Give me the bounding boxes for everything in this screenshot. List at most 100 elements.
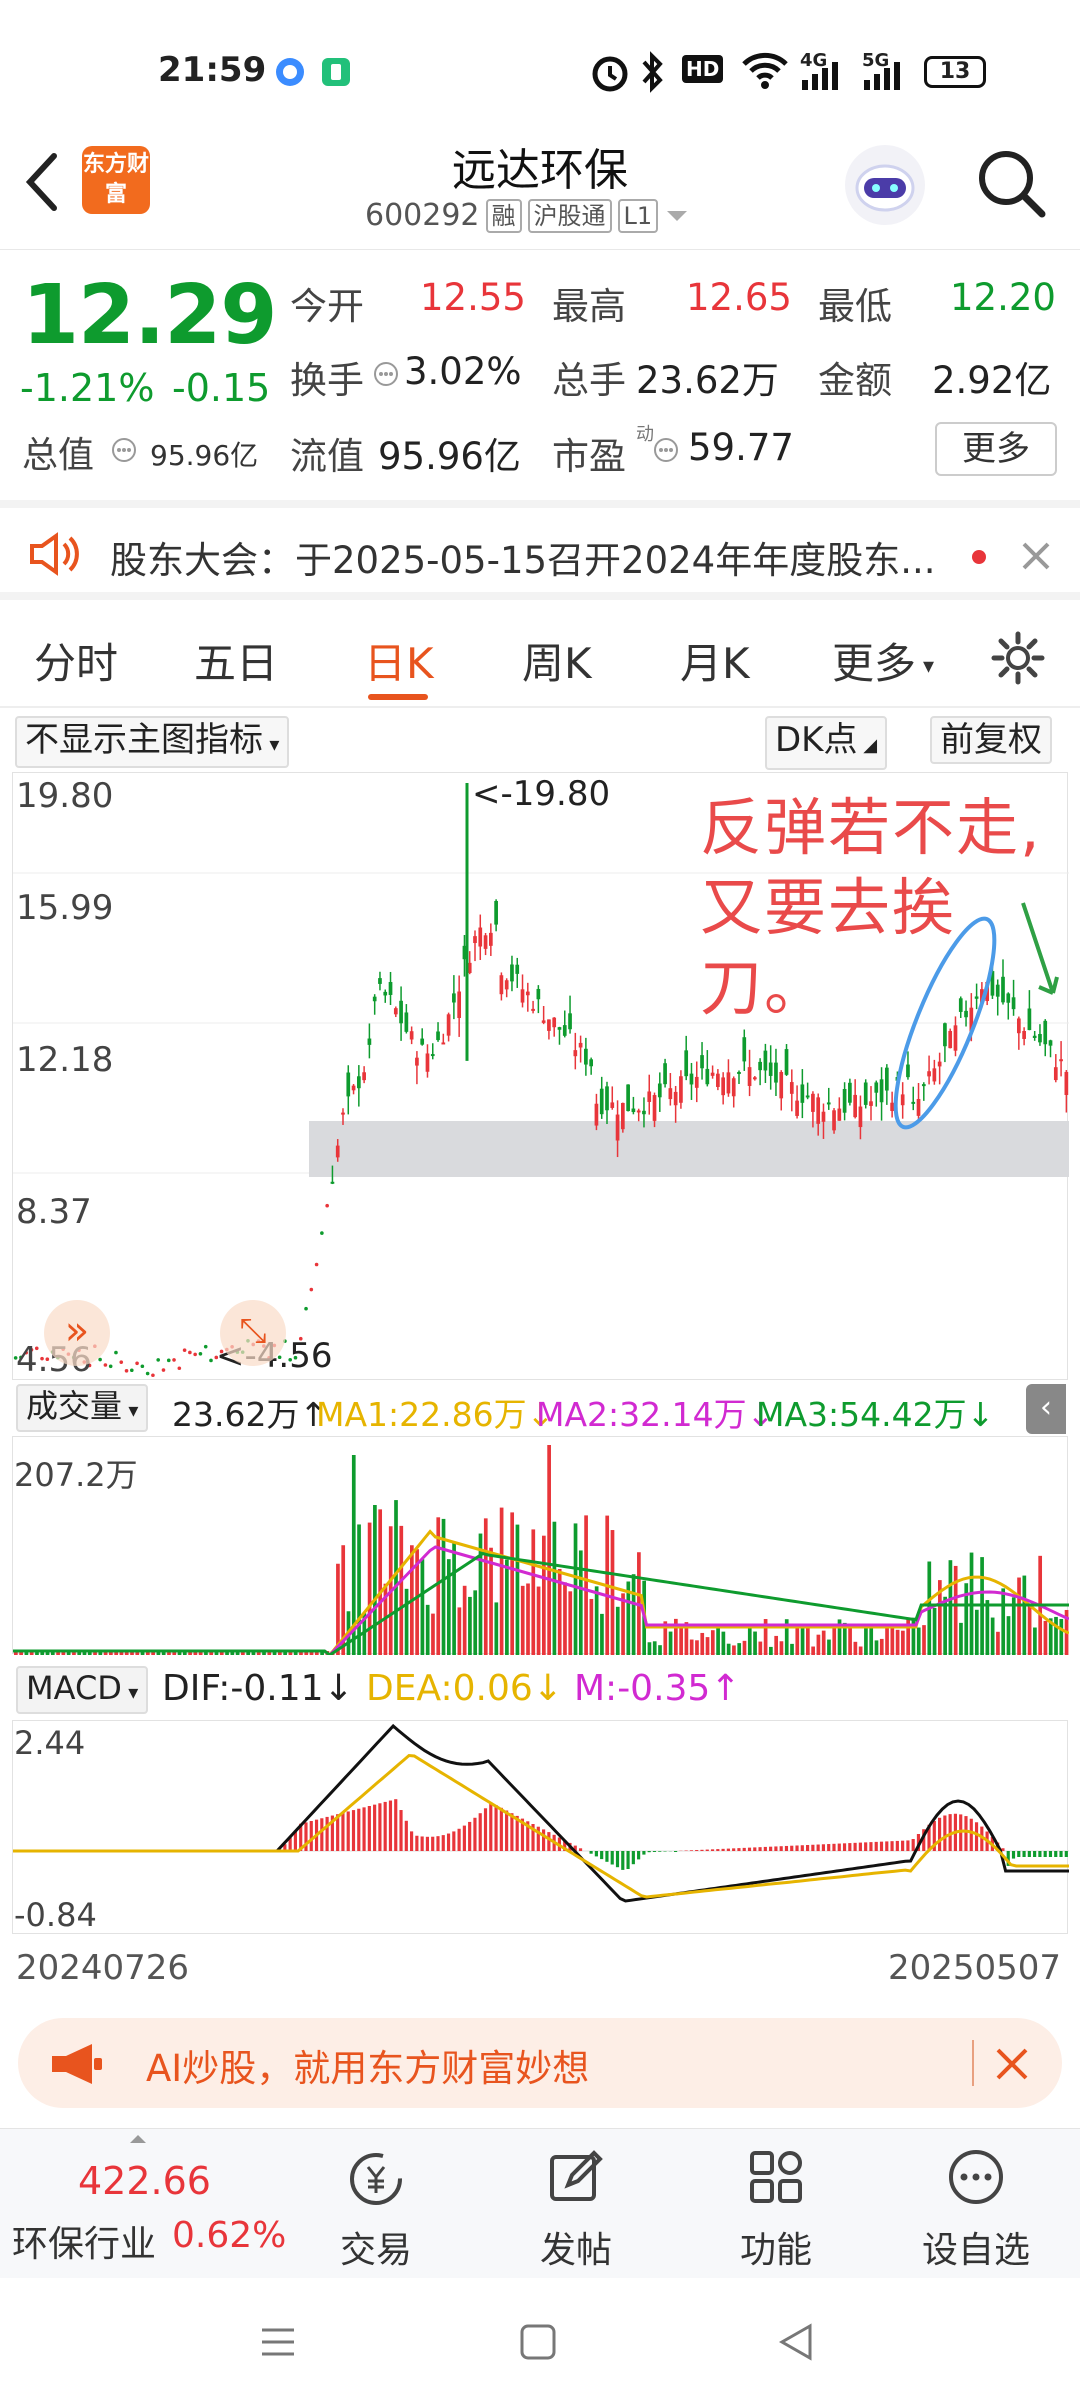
float-label: 流值 [290, 435, 364, 478]
search-icon[interactable] [972, 144, 1052, 224]
chevron-down-icon[interactable] [664, 206, 690, 226]
candle-body [626, 1084, 630, 1112]
tab-monthly-k[interactable]: 月K [680, 630, 750, 691]
close-icon[interactable] [1018, 538, 1054, 574]
volume-bar [615, 1606, 620, 1655]
index-value: 422.66 [78, 2159, 211, 2203]
status-bar: 21:59 HD 4G 5G 13 [0, 0, 1080, 140]
candle-body [457, 991, 462, 1019]
tab-more[interactable]: 更多 ▾ [832, 630, 934, 691]
back-nav-icon[interactable] [776, 2322, 816, 2362]
volume-bar [858, 1646, 863, 1655]
macd-bar [420, 1836, 424, 1851]
candle-body [789, 1082, 794, 1094]
robot-assistant-icon[interactable] [840, 140, 930, 230]
volume-ma2: MA2:32.14万↓ [536, 1395, 775, 1434]
unread-dot [972, 550, 986, 564]
volume-bar [404, 1588, 409, 1655]
ma1-line [13, 1529, 1070, 1658]
candle-body [1022, 1030, 1026, 1039]
macd-bar [700, 1849, 704, 1851]
candle-body [911, 1101, 916, 1104]
candle-body [858, 1106, 863, 1128]
volume-indicator-select[interactable]: 成交量 ▾ [16, 1384, 149, 1432]
volume-bar [705, 1637, 710, 1655]
ai-banner-text: AI炒股，就用东方财富妙想 [146, 2047, 590, 2090]
volume-bar [790, 1643, 794, 1655]
volume-bar [505, 1559, 509, 1655]
macd-bar [864, 1842, 868, 1851]
macd-bar [779, 1846, 783, 1851]
candle-body [684, 1050, 689, 1077]
candle-body [488, 932, 493, 946]
notice-bar[interactable]: 股东大会：于2025-05-15召开2024年年度股东... [0, 500, 1080, 600]
macd-bar [721, 1848, 725, 1851]
fullscreen-button[interactable]: ⤡ [220, 1300, 286, 1366]
settings-gear-icon[interactable] [990, 630, 1046, 686]
close-icon[interactable] [992, 2044, 1032, 2084]
tag-connect: 沪股通 [527, 198, 612, 233]
candle-dot [188, 1350, 192, 1355]
info-icon[interactable] [372, 360, 400, 388]
annotation-line-1: 反弹若不走, [700, 791, 1042, 864]
info-icon[interactable] [652, 436, 680, 464]
tab-weekly-k[interactable]: 周K [522, 630, 592, 691]
volume-bar [990, 1617, 995, 1655]
info-icon[interactable] [110, 436, 138, 464]
menu-icon[interactable] [258, 2322, 298, 2362]
collapse-panel-button[interactable]: ‹ [1026, 1384, 1066, 1434]
candle-body [599, 1088, 604, 1115]
main-indicator-select[interactable]: 不显示主图指标 ▾ [15, 716, 290, 768]
candle-body [906, 1064, 910, 1078]
expand-left-button[interactable]: » [44, 1300, 110, 1366]
candle-body [409, 1031, 414, 1040]
candle-body [1053, 1067, 1058, 1081]
macd-indicator-select[interactable]: MACD ▾ [16, 1666, 149, 1714]
home-icon[interactable] [518, 2322, 558, 2362]
volume-bar [774, 1635, 779, 1655]
volume-bar [747, 1627, 752, 1655]
volume-bar [526, 1583, 530, 1655]
more-quote-button[interactable]: 更多 [935, 422, 1057, 476]
candle-body [869, 1101, 873, 1106]
volume-bar [879, 1638, 884, 1655]
macd-chart[interactable] [12, 1720, 1069, 1934]
volume-bar [668, 1631, 673, 1655]
volume-bar [483, 1518, 488, 1655]
candle-body [642, 1110, 646, 1115]
volume-bar [1006, 1616, 1011, 1655]
industry-index[interactable]: 422.66 环保行业 0.62% [0, 2129, 290, 2279]
macd-bar [626, 1851, 630, 1869]
macd-bar [452, 1831, 456, 1851]
candle-body [779, 1071, 784, 1099]
macd-dif: DIF:-0.11↓ [162, 1668, 354, 1709]
candle-body [504, 980, 509, 990]
turnover-label: 换手 [290, 359, 364, 402]
candle-body [499, 975, 504, 995]
tab-daily-k[interactable]: 日K [364, 630, 434, 691]
macd-bar [1011, 1851, 1016, 1859]
tab-intraday[interactable]: 分时 [34, 630, 118, 691]
macd-bar [341, 1812, 345, 1851]
volume-bar [689, 1639, 694, 1655]
high-label: 最高 [552, 285, 626, 328]
macd-bar [853, 1842, 857, 1851]
candle-body [362, 1072, 366, 1081]
volume-bar [911, 1617, 916, 1655]
dk-points-button[interactable]: DK点 ◢ [765, 716, 888, 770]
macd-bar [410, 1831, 414, 1851]
candle-body [800, 1084, 805, 1103]
macd-bar [858, 1842, 862, 1851]
tab-five-day[interactable]: 五日 [194, 630, 278, 691]
macd-bar [827, 1844, 831, 1851]
volume-bar [916, 1627, 921, 1655]
macd-bar [710, 1849, 715, 1851]
ai-banner[interactable]: AI炒股，就用东方财富妙想 [18, 2018, 1062, 2108]
candle-body [520, 989, 525, 1003]
candle-body [900, 1094, 905, 1106]
adjust-price-button[interactable]: 前复权 [930, 716, 1052, 764]
macd-bar [674, 1851, 678, 1852]
candle-dot [114, 1350, 118, 1355]
macd-bar [637, 1851, 641, 1860]
volume-chart[interactable] [12, 1436, 1070, 1658]
